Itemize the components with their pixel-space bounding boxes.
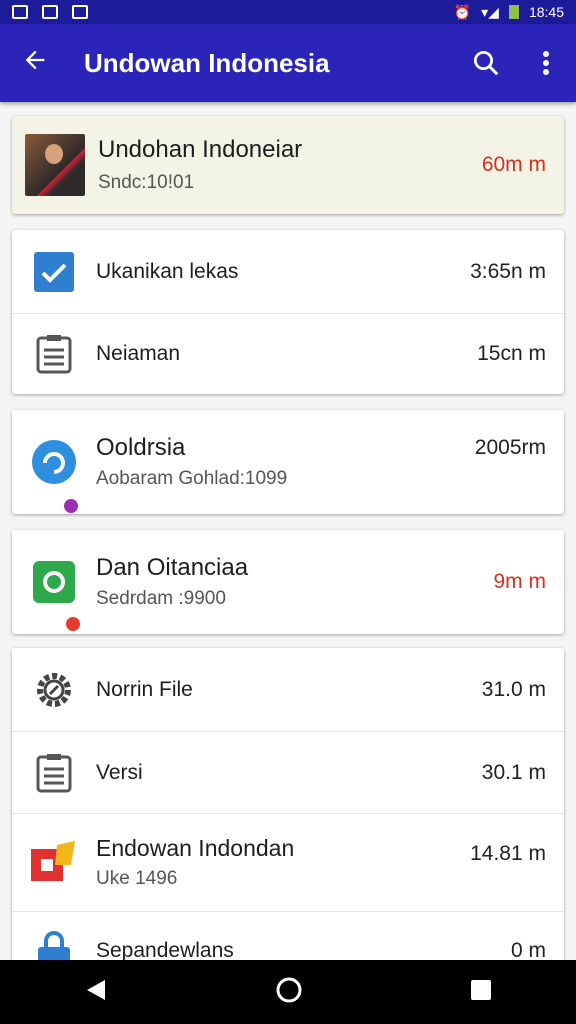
avatar-wrap [12, 134, 98, 196]
content-list: Undohan Indoneiar Sndc:10!01 60m m Ukani… [12, 116, 564, 1006]
mail-notification-icon [72, 5, 88, 19]
files-card: Norrin File 31.0 m Versi 30.1 m Endowan … [12, 648, 564, 990]
avatar [25, 134, 85, 196]
notification-icon [12, 5, 28, 19]
search-icon[interactable] [456, 48, 516, 78]
ooldrsia-card[interactable]: Ooldrsia Aobaram Gohlad:1099 2005rm [12, 410, 564, 514]
list-item-neiaman[interactable]: Neiaman 15cn m [12, 314, 564, 394]
list-item-meta: 15cn m [477, 342, 546, 365]
list-item-dan-oitanciaa[interactable]: Dan Oitanciaa Sedrdam :9900 9m m [12, 530, 564, 634]
badge-icon [64, 615, 82, 633]
list-item-meta: 14.81 m [470, 842, 546, 865]
list-item-meta: 30.1 m [481, 760, 546, 784]
header-card-text: Undohan Indoneiar Sndc:10!01 [98, 136, 482, 194]
list-item-ukanikan[interactable]: Ukanikan lekas 3:65n m [12, 230, 564, 314]
checkbox-icon [12, 251, 96, 292]
list-item-endowan[interactable]: Endowan Indondan Uke 1496 14.81 m [12, 814, 564, 912]
list-item-label: Ukanikan lekas [96, 259, 239, 283]
status-bar: ⏰ ▾◢ 18:45 [0, 0, 576, 24]
signal-icon: ▾◢ [481, 3, 499, 20]
image-notification-icon [42, 5, 58, 19]
list-item-subtitle: Aobaram Gohlad:1099 [96, 468, 288, 489]
battery-icon [508, 5, 519, 19]
list-item-label: Neiaman [96, 342, 181, 365]
document-icon [12, 753, 96, 793]
document-icon [12, 334, 96, 374]
list-item-text: Dan Oitanciaa Sedrdam :9900 [96, 554, 494, 610]
list-item-subtitle: Uke 1496 [96, 868, 178, 889]
list-item-meta: 3:65n m [470, 259, 546, 283]
list-item-text: Ooldrsia Aobaram Gohlad:1099 [96, 434, 475, 490]
list-item-text: Norrin File [96, 678, 482, 702]
badge-icon [62, 497, 80, 514]
list-item-label: Norrin File [96, 677, 193, 701]
list-item-text: Versi [96, 761, 482, 785]
list-item-text: Endowan Indondan Uke 1496 [96, 835, 470, 890]
list-item-label: Versi [96, 760, 143, 784]
notification-icons [12, 5, 88, 19]
list-item-text: Ukanikan lekas [96, 260, 470, 284]
list-item-text: Neiaman [96, 342, 477, 366]
list-item-meta: 31.0 m [481, 677, 546, 701]
list-item-meta: 2005rm [474, 436, 546, 459]
list-item-title: Dan Oitanciaa [96, 554, 249, 581]
gear-icon [12, 669, 96, 711]
list-item-norrin-file[interactable]: Norrin File 31.0 m [12, 648, 564, 732]
page-title: Undowan Indonesia [84, 47, 330, 78]
header-card-subtitle: Sndc:10!01 [98, 172, 195, 193]
list-item-ooldrsia[interactable]: Ooldrsia Aobaram Gohlad:1099 2005rm [12, 410, 564, 514]
recents-nav-icon[interactable] [469, 978, 493, 1007]
list-item-subtitle: Sedrdam :9900 [96, 588, 226, 609]
list-item-label: Endowan Indondan [96, 835, 295, 861]
back-arrow-icon[interactable] [0, 46, 70, 80]
dan-card[interactable]: Dan Oitanciaa Sedrdam :9900 9m m [12, 530, 564, 634]
clock: 18:45 [528, 4, 564, 20]
list-item-versi[interactable]: Versi 30.1 m [12, 732, 564, 814]
app-icon [12, 561, 96, 633]
settings-card: Ukanikan lekas 3:65n m Neiaman 15cn m [12, 230, 564, 394]
navigation-bar [0, 960, 576, 1024]
gallery-icon [12, 840, 96, 885]
home-nav-icon[interactable] [275, 976, 303, 1009]
more-options-icon[interactable] [516, 50, 576, 76]
status-icons: ⏰ ▾◢ 18:45 [454, 4, 564, 21]
header-card-meta: 60m m [481, 153, 546, 176]
back-nav-icon[interactable] [83, 977, 109, 1008]
alarm-icon: ⏰ [453, 3, 472, 20]
sync-icon [12, 439, 96, 514]
list-item-meta: 9m m [493, 570, 547, 593]
list-item-title: Ooldrsia [96, 434, 186, 461]
header-card-title: Undohan Indoneiar [98, 136, 303, 163]
header-card[interactable]: Undohan Indoneiar Sndc:10!01 60m m [12, 116, 564, 214]
app-bar: Undowan Indonesia [0, 24, 576, 102]
